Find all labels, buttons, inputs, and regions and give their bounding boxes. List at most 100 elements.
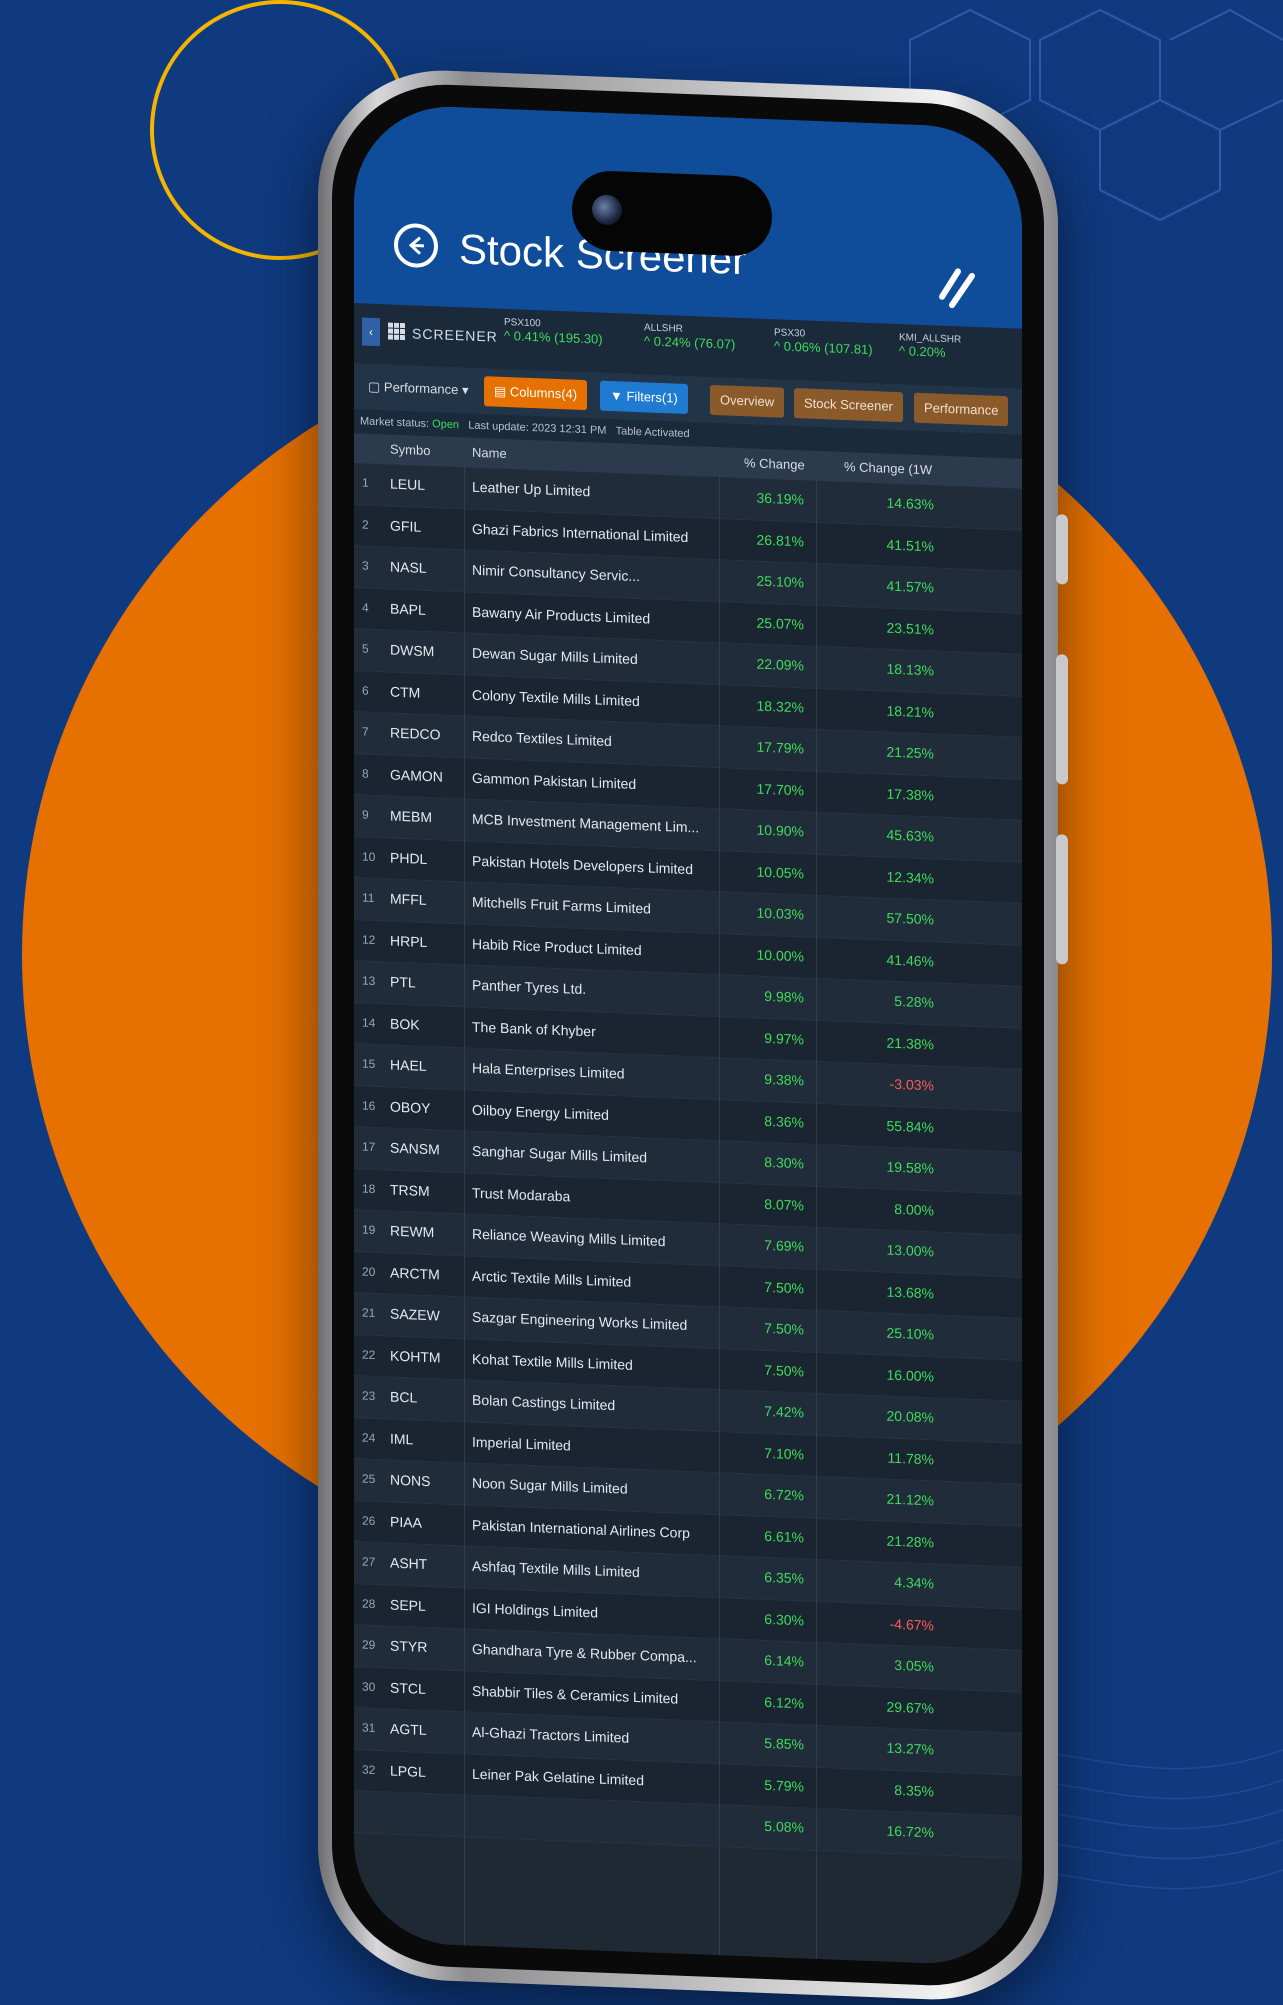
company-name-cell: IGI Holdings Limited	[472, 1599, 599, 1621]
symbol-cell: AGTL	[390, 1720, 427, 1738]
pct-change-cell: 10.05%	[756, 863, 804, 881]
pct-change-1w-cell: 17.38%	[886, 785, 934, 803]
symbol-cell: REWM	[390, 1222, 435, 1241]
symbol-cell: SAZEW	[390, 1305, 440, 1324]
row-number: 2	[362, 516, 369, 532]
pct-change-cell: 22.09%	[756, 655, 804, 674]
pct-change-cell: 7.50%	[764, 1319, 804, 1338]
company-name-cell: Shabbir Tiles & Ceramics Limited	[472, 1682, 679, 1707]
row-number: 28	[362, 1595, 376, 1611]
symbol-cell: MFFL	[390, 890, 427, 908]
tab-stock-screener[interactable]: Stock Screener	[794, 388, 903, 423]
last-update: Last update: 2023 12:31 PM	[468, 419, 607, 437]
row-number: 4	[362, 599, 369, 615]
pct-change-cell: 10.90%	[756, 821, 804, 840]
row-number: 27	[362, 1554, 376, 1569]
symbol-cell: BCL	[390, 1388, 418, 1406]
row-number: 14	[362, 1014, 376, 1030]
column-header-pct-change[interactable]: % Change	[744, 455, 805, 472]
symbol-cell: OBOY	[390, 1098, 431, 1116]
symbol-cell: HAEL	[390, 1056, 427, 1074]
columns-button-label: Columns(4)	[509, 384, 578, 402]
symbol-cell: BOK	[390, 1015, 420, 1033]
tab-overview[interactable]: Overview	[710, 384, 785, 418]
ticker-change: ^ 0.20%	[899, 343, 946, 360]
row-number: 32	[362, 1761, 376, 1777]
back-arrow-icon[interactable]	[394, 222, 438, 269]
company-name-cell: Reliance Weaving Mills Limited	[472, 1225, 666, 1250]
pct-change-1w-cell: 14.63%	[886, 494, 934, 513]
company-name-cell: Leather Up Limited	[472, 478, 591, 500]
screener-table-body: 1 LEUL Leather Up Limited 36.19% 14.63% 2 GFIL…	[354, 463, 1022, 1859]
symbol-cell: MEBM	[390, 807, 432, 826]
filters-button[interactable]: ▼ Filters(1)	[600, 380, 688, 414]
company-name-cell: Pakistan Hotels Developers Limited	[472, 852, 693, 877]
row-number: 25	[362, 1471, 376, 1486]
row-number: 16	[362, 1097, 376, 1113]
pct-change-cell: 5.08%	[764, 1817, 804, 1836]
company-name-cell: Imperial Limited	[472, 1433, 571, 1453]
symbol-cell: PTL	[390, 973, 416, 991]
row-number: 20	[362, 1263, 376, 1279]
pct-change-1w-cell: -4.67%	[889, 1615, 934, 1633]
ticker-change: ^ 0.41% (195.30)	[504, 327, 603, 347]
pct-change-1w-cell: 25.10%	[886, 1324, 934, 1343]
phone-frame: Stock Screener ‹ SCREENER PSX100 ^ 0.41% …	[318, 65, 1068, 2005]
ticker-change: ^ 0.24% (76.07)	[644, 333, 736, 352]
symbol-cell: KOHTM	[390, 1347, 441, 1365]
row-number: 8	[362, 765, 369, 781]
column-header-symbol[interactable]: Symbo	[390, 442, 430, 459]
pct-change-cell: 10.00%	[756, 946, 804, 964]
row-number: 19	[362, 1222, 376, 1237]
pct-change-1w-cell: 21.25%	[886, 743, 934, 762]
company-name-cell: Dewan Sugar Mills Limited	[472, 644, 638, 668]
row-number: 23	[362, 1388, 376, 1403]
company-name-cell: Panther Tyres Ltd.	[472, 976, 587, 998]
symbol-cell: ARCTM	[390, 1264, 440, 1282]
column-divider	[816, 450, 817, 1959]
symbol-cell	[390, 1804, 460, 1807]
column-header-name[interactable]: Name	[472, 445, 507, 461]
company-name-cell: Ghazi Fabrics International Limited	[472, 520, 689, 545]
pct-change-1w-cell: 11.78%	[887, 1449, 934, 1467]
row-number: 6	[362, 682, 369, 698]
company-name-cell: Habib Rice Product Limited	[472, 935, 642, 958]
index-ticker[interactable]: ALLSHR ^ 0.24% (76.07)	[644, 322, 735, 352]
pct-change-cell: 17.70%	[756, 780, 804, 798]
market-status-value: Open	[432, 418, 460, 432]
pct-change-1w-cell: 16.72%	[886, 1822, 934, 1841]
collapse-sidebar-button[interactable]: ‹	[362, 317, 380, 347]
pct-change-cell: 7.69%	[764, 1236, 804, 1255]
pct-change-cell: 9.98%	[764, 987, 804, 1006]
pct-change-1w-cell: 8.35%	[894, 1781, 934, 1799]
company-name-cell: Mitchells Fruit Farms Limited	[472, 893, 651, 917]
view-select[interactable]: ▢ Performance ▾	[358, 371, 478, 406]
company-name-cell: Noon Sugar Mills Limited	[472, 1474, 628, 1497]
row-number: 13	[362, 973, 376, 988]
index-ticker[interactable]: KMI_ALLSHR ^ 0.20%	[899, 332, 961, 360]
pct-change-cell: 7.50%	[764, 1361, 804, 1379]
index-ticker[interactable]: PSX100 ^ 0.41% (195.30)	[504, 317, 603, 347]
tab-performance[interactable]: Performance	[914, 392, 1009, 427]
pct-change-1w-cell: 18.13%	[886, 660, 934, 679]
pct-change-1w-cell: 4.34%	[894, 1573, 934, 1592]
column-header-pct-change-1w[interactable]: % Change (1W	[844, 459, 932, 477]
symbol-cell: PIAA	[390, 1513, 422, 1531]
ticker-change: ^ 0.06% (107.81)	[774, 338, 873, 358]
index-ticker[interactable]: PSX30 ^ 0.06% (107.81)	[774, 327, 873, 357]
company-name-cell: Colony Textile Mills Limited	[472, 686, 640, 709]
row-number: 26	[362, 1512, 376, 1528]
pct-change-1w-cell: 21.28%	[886, 1532, 934, 1550]
pct-change-cell: 5.79%	[764, 1776, 804, 1794]
company-name-cell: Nimir Consultancy Servic...	[472, 561, 641, 585]
company-name-cell: Bolan Castings Limited	[472, 1391, 616, 1414]
symbol-cell: STYR	[390, 1637, 428, 1655]
columns-button[interactable]: ▤ Columns(4)	[484, 376, 588, 411]
filters-button-label: Filters(1)	[626, 388, 678, 406]
pct-change-cell: 6.61%	[764, 1527, 804, 1545]
row-number: 5	[362, 641, 369, 656]
pct-change-cell: 6.72%	[764, 1485, 804, 1504]
symbol-cell: ASHT	[390, 1554, 428, 1572]
pct-change-cell: 6.30%	[764, 1610, 804, 1628]
pct-change-cell: 25.10%	[756, 572, 804, 591]
